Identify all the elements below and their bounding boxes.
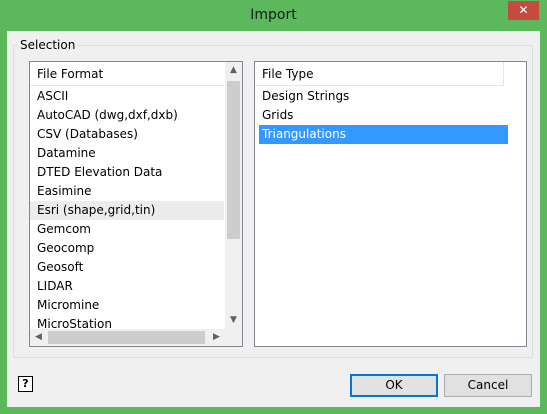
list-item[interactable]: Design Strings [259,87,508,106]
list-item[interactable]: Micromine [30,296,224,315]
list-item[interactable]: Datamine [30,144,224,163]
file-type-header[interactable]: File Type [255,62,504,86]
vertical-scrollbar[interactable]: ▲ ▼ [225,62,242,329]
close-button[interactable]: ✕ [508,1,539,20]
list-item[interactable]: Easimine [30,182,224,201]
list-item[interactable]: AutoCAD (dwg,dxf,dxb) [30,106,224,125]
scroll-right-arrow-icon[interactable]: ▶ [208,329,225,346]
list-item[interactable]: Grids [259,106,508,125]
list-item[interactable]: CSV (Databases) [30,125,224,144]
file-format-list[interactable]: File Format ASCII AutoCAD (dwg,dxf,dxb) … [29,61,243,347]
list-item[interactable]: LIDAR [30,277,224,296]
list-item[interactable]: Triangulations [259,125,508,144]
list-item[interactable]: ASCII [30,87,224,106]
window-title: Import [250,7,297,23]
file-type-rows: Design Strings Grids Triangulations [255,87,508,144]
list-item[interactable]: Geocomp [30,239,224,258]
dialog-client: Selection File Format ASCII AutoCAD (dwg… [7,31,540,407]
file-format-rows: ASCII AutoCAD (dwg,dxf,dxb) CSV (Databas… [30,87,224,334]
import-dialog: Import ✕ Selection File Format ASCII Aut… [0,0,547,414]
horizontal-scroll-thumb[interactable] [48,331,205,344]
cancel-button[interactable]: Cancel [444,374,532,397]
scroll-down-arrow-icon[interactable]: ▼ [225,312,242,329]
ok-button[interactable]: OK [350,374,438,397]
file-format-header[interactable]: File Format [30,62,224,86]
list-item[interactable]: Esri (shape,grid,tin) [30,201,224,220]
title-bar[interactable]: Import ✕ [0,0,547,31]
scroll-up-arrow-icon[interactable]: ▲ [225,62,242,79]
list-item[interactable]: Gemcom [30,220,224,239]
vertical-scroll-thumb[interactable] [227,81,240,239]
scrollbar-corner [225,329,242,346]
scroll-left-arrow-icon[interactable]: ◀ [30,329,47,346]
list-item[interactable]: DTED Elevation Data [30,163,224,182]
list-item[interactable]: Geosoft [30,258,224,277]
file-type-list[interactable]: File Type Design Strings Grids Triangula… [254,61,527,347]
horizontal-scrollbar[interactable]: ◀ ▶ [30,329,225,346]
help-icon[interactable]: ? [18,376,33,392]
selection-label: Selection [17,38,79,52]
